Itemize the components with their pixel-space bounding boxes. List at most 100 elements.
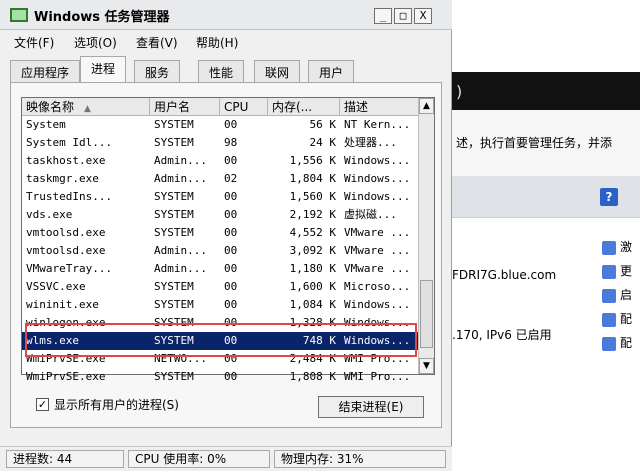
- table-row[interactable]: VMwareTray... Admin... 00 1,180 K VMware ...: [22, 260, 418, 278]
- cell-cpu: 00: [224, 298, 238, 311]
- table-row[interactable]: WmiPrvSE.exe NETWO... 00 2,484 K WMI Pro...: [22, 350, 418, 368]
- sort-ascending-icon: ▲: [84, 104, 91, 114]
- cell-desc: WMI Pro...: [344, 370, 411, 383]
- table-row[interactable]: vds.exe SYSTEM 00 2,192 K 虚拟磁...: [22, 206, 418, 224]
- cell-user: SYSTEM: [154, 226, 194, 239]
- table-row[interactable]: VSSVC.exe SYSTEM 00 1,600 K Microso...: [22, 278, 418, 296]
- table-row[interactable]: winlogon.exe SYSTEM 00 1,328 K Windows...: [22, 314, 418, 332]
- cell-image: vds.exe: [26, 208, 73, 221]
- cell-user: SYSTEM: [154, 208, 194, 221]
- close-button[interactable]: X: [414, 8, 432, 24]
- title-bar[interactable]: Windows 任务管理器 _ □ X: [0, 0, 452, 30]
- cell-image: vmtoolsd.exe: [26, 244, 106, 257]
- end-process-button[interactable]: 结束进程(E): [318, 396, 424, 418]
- show-all-users-checkbox[interactable]: ✓: [36, 398, 49, 411]
- tab-network[interactable]: 联网: [254, 60, 301, 82]
- menu-view[interactable]: 查看(V): [136, 34, 178, 51]
- side-link-2[interactable]: 更: [602, 262, 640, 280]
- cell-mem: 748 K: [302, 334, 336, 347]
- cell-image: winlogon.exe: [26, 316, 106, 329]
- cell-desc: Windows...: [344, 190, 411, 203]
- process-list[interactable]: 映像名称 ▲ 用户名 CPU 内存(... 描述 System SYSTEM 00 56…: [21, 97, 435, 383]
- table-row[interactable]: WmiPrvSE.exe SYSTEM 00 1,808 K WMI Pro...: [22, 368, 418, 386]
- column-memory[interactable]: 内存(...: [268, 98, 340, 116]
- status-process-count: 进程数: 44: [6, 450, 124, 468]
- menu-file[interactable]: 文件(F): [14, 34, 54, 51]
- status-physical-memory: 物理内存: 31%: [274, 450, 446, 468]
- cell-cpu: 00: [224, 316, 238, 329]
- cell-mem: 2,484 K: [289, 352, 336, 365]
- help-icon[interactable]: ?: [600, 188, 618, 206]
- cell-cpu: 00: [224, 352, 238, 365]
- side-link-5[interactable]: 配: [602, 334, 640, 352]
- show-all-users-label: 显示所有用户的进程(S): [54, 398, 179, 412]
- window-title: Windows 任务管理器: [34, 10, 170, 25]
- tab-performance[interactable]: 性能: [198, 60, 245, 82]
- cell-cpu: 00: [224, 370, 238, 383]
- table-row[interactable]: wlms.exe SYSTEM 00 748 K Windows...: [22, 332, 418, 350]
- table-row[interactable]: vmtoolsd.exe Admin... 00 3,092 K VMware ...: [22, 242, 418, 260]
- cell-user: SYSTEM: [154, 136, 194, 149]
- cell-mem: 24 K: [309, 136, 337, 149]
- processes-panel: 映像名称 ▲ 用户名 CPU 内存(... 描述 System SYSTEM 00 56…: [10, 82, 442, 428]
- scroll-down-icon[interactable]: ▼: [419, 358, 434, 374]
- column-cpu[interactable]: CPU: [220, 98, 268, 116]
- vertical-scrollbar[interactable]: ▲ ▼: [418, 98, 434, 374]
- column-image-name[interactable]: 映像名称 ▲: [22, 98, 150, 116]
- tab-users[interactable]: 用户: [308, 60, 355, 82]
- cell-image: VSSVC.exe: [26, 280, 86, 293]
- cell-mem: 1,600 K: [289, 280, 336, 293]
- cell-image: TrustedIns...: [26, 190, 113, 203]
- side-link-3[interactable]: 启: [602, 286, 640, 304]
- cell-cpu: 00: [224, 244, 238, 257]
- cell-image: VMwareTray...: [26, 262, 113, 275]
- cell-user: Admin...: [154, 172, 207, 185]
- cell-mem: 1,560 K: [289, 190, 336, 203]
- cell-mem: 1,556 K: [289, 154, 336, 167]
- show-all-users-option[interactable]: ✓ 显示所有用户的进程(S): [36, 396, 179, 413]
- maximize-button[interactable]: □: [394, 8, 412, 24]
- table-row[interactable]: vmtoolsd.exe SYSTEM 00 4,552 K VMware ...: [22, 224, 418, 242]
- table-row[interactable]: System Idl... SYSTEM 98 24 K 处理器...: [22, 134, 418, 152]
- cell-image: taskmgr.exe: [26, 172, 99, 185]
- tab-applications[interactable]: 应用程序: [10, 60, 81, 82]
- status-cpu-usage: CPU 使用率: 0%: [128, 450, 270, 468]
- cell-desc: VMware ...: [344, 244, 411, 257]
- cell-desc: Windows...: [344, 298, 411, 311]
- cell-image: System: [26, 118, 66, 131]
- cell-cpu: 02: [224, 172, 238, 185]
- cell-mem: 1,328 K: [289, 316, 336, 329]
- column-description[interactable]: 描述: [340, 98, 418, 116]
- cell-mem: 56 K: [309, 118, 337, 131]
- cell-cpu: 98: [224, 136, 238, 149]
- table-row[interactable]: TrustedIns... SYSTEM 00 1,560 K Windows...: [22, 188, 418, 206]
- minimize-button[interactable]: _: [374, 8, 392, 24]
- tab-services[interactable]: 服务: [134, 60, 181, 82]
- cell-user: SYSTEM: [154, 298, 194, 311]
- tab-processes[interactable]: 进程: [80, 56, 127, 82]
- cell-user: Admin...: [154, 154, 207, 167]
- scroll-up-icon[interactable]: ▲: [419, 98, 434, 114]
- cell-user: Admin...: [154, 244, 207, 257]
- cell-image: taskhost.exe: [26, 154, 106, 167]
- cell-mem: 2,192 K: [289, 208, 336, 221]
- side-link-4[interactable]: 配: [602, 310, 640, 328]
- cell-desc: 虚拟磁...: [344, 208, 397, 221]
- cell-cpu: 00: [224, 226, 238, 239]
- menu-help[interactable]: 帮助(H): [196, 34, 238, 51]
- cell-user: SYSTEM: [154, 190, 194, 203]
- table-row[interactable]: wininit.exe SYSTEM 00 1,084 K Windows...: [22, 296, 418, 314]
- menu-options[interactable]: 选项(O): [74, 34, 117, 51]
- table-row[interactable]: System SYSTEM 00 56 K NT Kern...: [22, 116, 418, 134]
- column-user-name[interactable]: 用户名: [150, 98, 220, 116]
- cell-mem: 1,180 K: [289, 262, 336, 275]
- cell-desc: NT Kern...: [344, 118, 411, 131]
- activate-icon: [602, 240, 616, 255]
- table-row[interactable]: taskmgr.exe Admin... 02 1,804 K Windows...: [22, 170, 418, 188]
- side-link-1[interactable]: 激: [602, 238, 640, 256]
- scroll-thumb[interactable]: [420, 280, 433, 348]
- cell-desc: VMware ...: [344, 262, 411, 275]
- table-row[interactable]: taskhost.exe Admin... 00 1,556 K Windows...: [22, 152, 418, 170]
- cell-user: SYSTEM: [154, 370, 194, 383]
- cell-cpu: 00: [224, 262, 238, 275]
